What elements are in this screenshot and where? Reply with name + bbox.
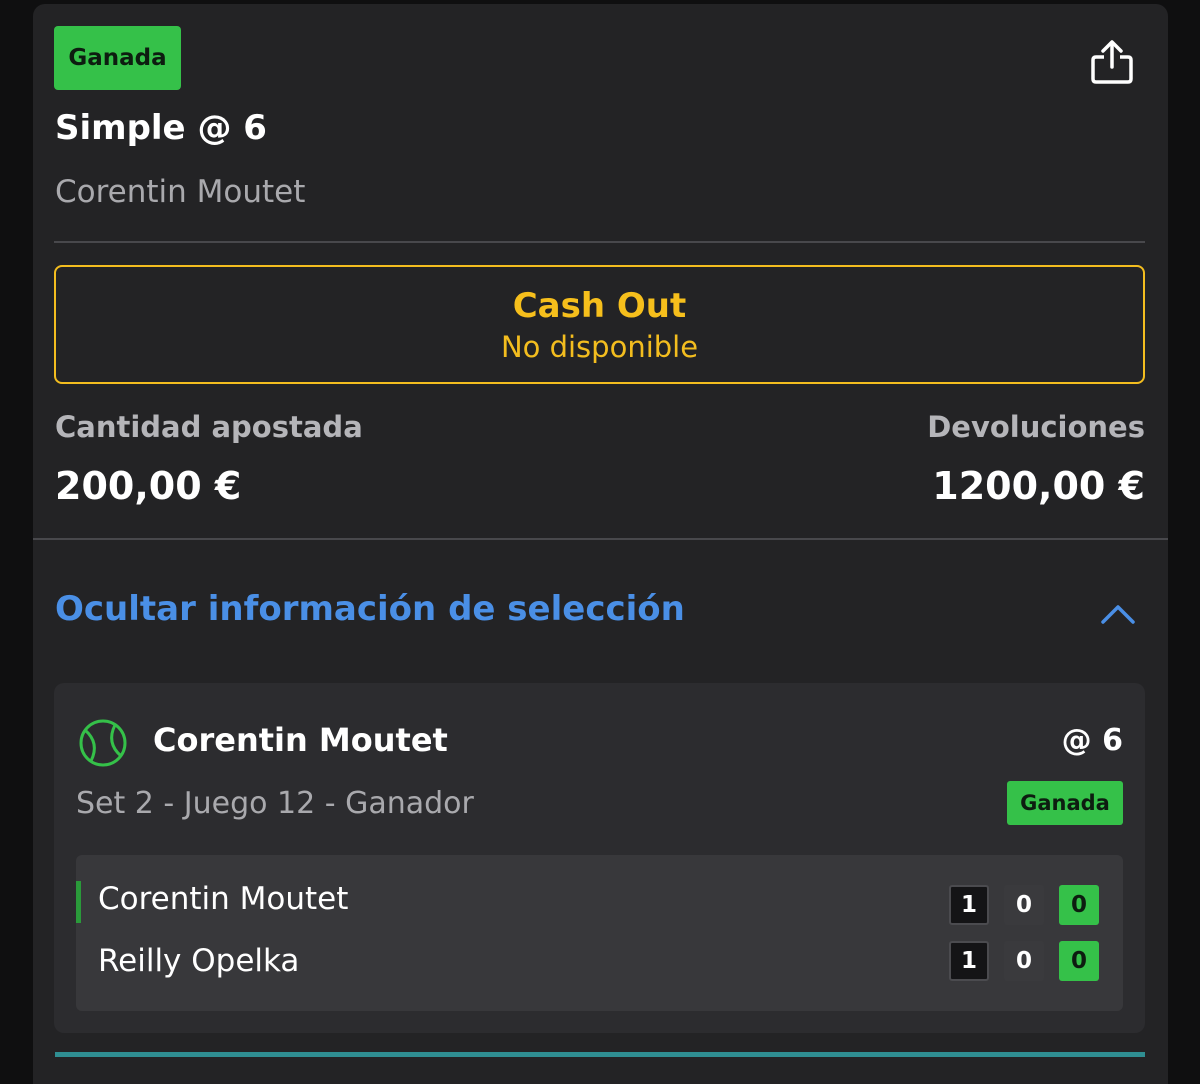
- bet-selection-subtitle: Corentin Moutet: [55, 174, 306, 210]
- returns-label: Devoluciones: [927, 410, 1145, 444]
- share-button[interactable]: [1083, 38, 1141, 86]
- hide-selection-info-link[interactable]: Ocultar información de selección: [55, 589, 685, 629]
- score-points: 0: [1059, 885, 1099, 925]
- selection-market: Set 2 - Juego 12 - Ganador: [76, 786, 474, 821]
- player-name: Corentin Moutet: [98, 881, 349, 917]
- chevron-up-icon: [1101, 605, 1135, 624]
- bet-title: Simple @ 6: [55, 108, 267, 148]
- selection-name: Corentin Moutet: [153, 721, 448, 759]
- divider: [33, 538, 1168, 540]
- selection-odds: @ 6: [1061, 723, 1123, 758]
- bet-status-badge: Ganada: [54, 26, 181, 90]
- score-games: 0: [1004, 885, 1044, 925]
- score-points: 0: [1059, 941, 1099, 981]
- cashout-box: Cash Out No disponible: [54, 265, 1145, 384]
- scoreboard: Corentin Moutet 1 0 0 Reilly Opelka 1 0 …: [76, 855, 1123, 1011]
- share-icon: [1091, 40, 1133, 84]
- score-sets: 1: [949, 941, 989, 981]
- collapse-selection-button[interactable]: [1093, 594, 1143, 634]
- serve-indicator: [76, 881, 81, 923]
- selection-panel: Corentin Moutet @ 6 Set 2 - Juego 12 - G…: [54, 683, 1145, 1033]
- cashout-status: No disponible: [500, 329, 699, 364]
- stake-label: Cantidad apostada: [55, 410, 363, 444]
- tennis-ball-icon: [79, 719, 127, 767]
- returns-value: 1200,00 €: [932, 464, 1145, 508]
- stake-value: 200,00 €: [55, 464, 242, 508]
- player-name: Reilly Opelka: [98, 943, 300, 979]
- score-games: 0: [1004, 941, 1044, 981]
- bet-card: Ganada Simple @ 6 Corentin Moutet Cash O…: [33, 4, 1168, 1084]
- selection-status-badge: Ganada: [1007, 781, 1123, 825]
- divider: [54, 241, 1145, 243]
- cashout-title: Cash Out: [512, 285, 687, 326]
- next-card-edge: [55, 1052, 1145, 1057]
- score-sets: 1: [949, 885, 989, 925]
